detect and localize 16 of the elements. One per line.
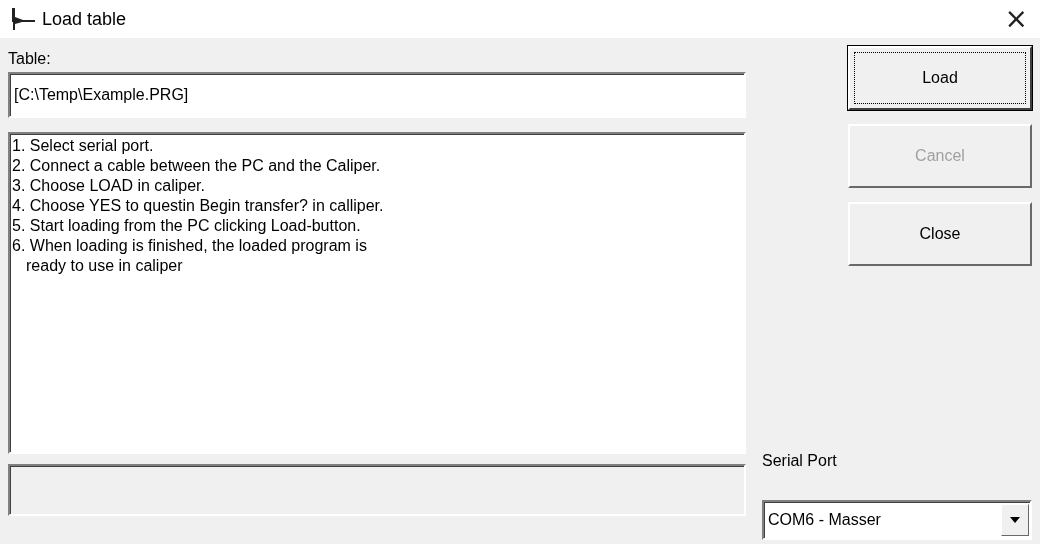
instruction-line: 3. Choose LOAD in caliper. bbox=[12, 176, 206, 196]
instruction-line: 5. Start loading from the PC clicking Load-button. bbox=[12, 216, 362, 236]
caliper-icon bbox=[10, 7, 36, 31]
close-button[interactable]: × bbox=[1000, 5, 1032, 33]
serial-port-dropdown[interactable]: COM6 - Masser bbox=[762, 500, 1032, 540]
instruction-line: ready to use in caliper bbox=[25, 256, 184, 276]
instruction-line: 1. Select serial port. bbox=[12, 136, 155, 156]
instruction-line: 6. When loading is finished, the loaded program is bbox=[12, 236, 368, 256]
serial-port-label: Serial Port bbox=[762, 452, 837, 470]
table-path-field[interactable]: [C:\Temp\Example.PRG] bbox=[8, 72, 746, 118]
table-label: Table: bbox=[8, 49, 52, 69]
close-dialog-button[interactable]: Close bbox=[848, 202, 1032, 266]
instruction-line: 2. Connect a cable between the PC and the Caliper. bbox=[12, 156, 382, 176]
load-button[interactable]: Load bbox=[848, 46, 1032, 110]
instruction-line: 4. Choose YES to questin Begin transfer? in calliper. bbox=[12, 196, 385, 216]
window-title: Load table bbox=[42, 8, 128, 30]
